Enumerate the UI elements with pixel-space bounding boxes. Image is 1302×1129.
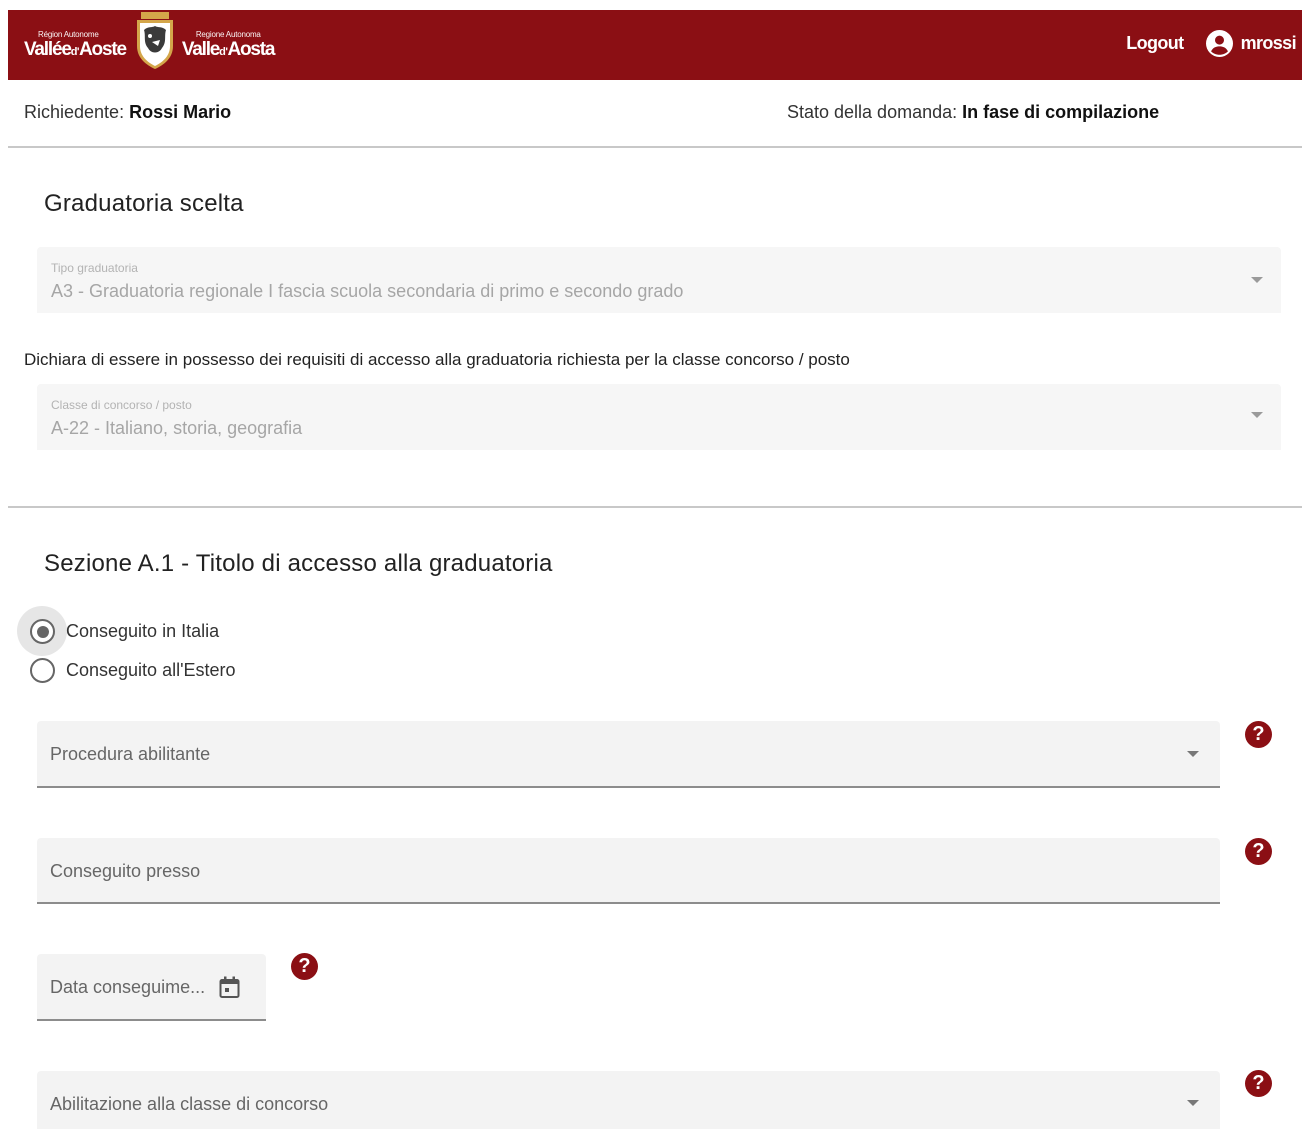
help-icon[interactable]: ? <box>1245 1070 1272 1097</box>
radio-conseguito-estero[interactable]: Conseguito all'Estero <box>30 658 236 683</box>
account-circle-icon <box>1205 29 1233 57</box>
conseguito-presso-input[interactable]: Conseguito presso <box>37 838 1220 904</box>
tipo-graduatoria-value: A3 - Graduatoria regionale I fascia scuo… <box>51 281 684 301</box>
logo-big-text-left: Valléed'Aoste <box>24 39 127 60</box>
help-icon[interactable]: ? <box>291 953 318 980</box>
status-bar: Richiedente: Rossi Mario Stato della dom… <box>8 80 1302 148</box>
logo-text-french: Région Autonome Valléed'Aoste <box>24 30 127 60</box>
coat-of-arms-icon <box>136 12 173 69</box>
conseguito-presso-placeholder: Conseguito presso <box>50 861 201 881</box>
chevron-down-icon <box>1187 1100 1199 1106</box>
requester-label: Richiedente: <box>24 102 130 122</box>
section-divider <box>8 506 1302 508</box>
classe-concorso-label: Classe di concorso / posto <box>51 398 192 412</box>
tipo-graduatoria-label: Tipo graduatoria <box>51 261 138 275</box>
radio-label-estero: Conseguito all'Estero <box>66 660 236 680</box>
logout-link[interactable]: Logout <box>1126 33 1184 54</box>
abilitazione-placeholder: Abilitazione alla classe di concorso <box>50 1094 329 1114</box>
state-label: Stato della domanda: <box>787 102 963 122</box>
logo-text-italian: Regione Autonoma Valled'Aosta <box>181 30 276 60</box>
abilitazione-classe-concorso-select[interactable]: Abilitazione alla classe di concorso <box>37 1071 1220 1129</box>
classe-concorso-value: A-22 - Italiano, storia, geografia <box>51 418 303 438</box>
region-logo[interactable]: Région Autonome Valléed'Aoste Regione Au… <box>24 10 276 80</box>
help-icon[interactable]: ? <box>1245 838 1272 865</box>
logo-small-text-left: Région Autonome <box>38 30 99 39</box>
radio-conseguito-italia[interactable]: Conseguito in Italia <box>30 619 219 644</box>
section-title-sezione-a1: Sezione A.1 - Titolo di accesso alla gra… <box>44 550 553 577</box>
logo-small-text-right: Regione Autonoma <box>195 30 261 39</box>
application-state: Stato della domanda: In fase di compilaz… <box>787 102 1159 123</box>
section-title-graduatoria: Graduatoria scelta <box>44 190 244 217</box>
radio-button-unchecked[interactable] <box>30 658 55 683</box>
user-area: Logout mrossi <box>1126 10 1297 76</box>
classe-concorso-select[interactable]: Classe di concorso / posto A-22 - Italia… <box>37 384 1281 450</box>
user-menu[interactable]: mrossi <box>1205 29 1297 57</box>
chevron-down-icon <box>1251 412 1263 418</box>
top-bar: Région Autonome Valléed'Aoste Regione Au… <box>8 10 1302 80</box>
requester-info: Richiedente: Rossi Mario <box>24 102 231 123</box>
help-icon[interactable]: ? <box>1245 721 1272 748</box>
requester-name: Rossi Mario <box>129 102 232 122</box>
radio-label-italia: Conseguito in Italia <box>66 621 220 641</box>
chevron-down-icon <box>1251 277 1263 283</box>
logo-big-text-right: Valled'Aosta <box>181 39 276 60</box>
state-value: In fase di compilazione <box>962 102 1160 122</box>
declaration-text: Dichiara di essere in possesso dei requi… <box>24 350 850 369</box>
data-conseguimento-input[interactable]: Data conseguime... <box>37 954 266 1021</box>
username: mrossi <box>1240 32 1297 53</box>
tipo-graduatoria-select[interactable]: Tipo graduatoria A3 - Graduatoria region… <box>37 247 1281 313</box>
procedura-abilitante-placeholder: Procedura abilitante <box>50 744 211 764</box>
procedura-abilitante-select[interactable]: Procedura abilitante <box>37 721 1220 788</box>
data-conseguimento-placeholder: Data conseguime... <box>50 977 206 997</box>
radio-button-checked[interactable] <box>30 619 55 644</box>
chevron-down-icon <box>1187 751 1199 757</box>
calendar-icon[interactable] <box>219 976 240 999</box>
